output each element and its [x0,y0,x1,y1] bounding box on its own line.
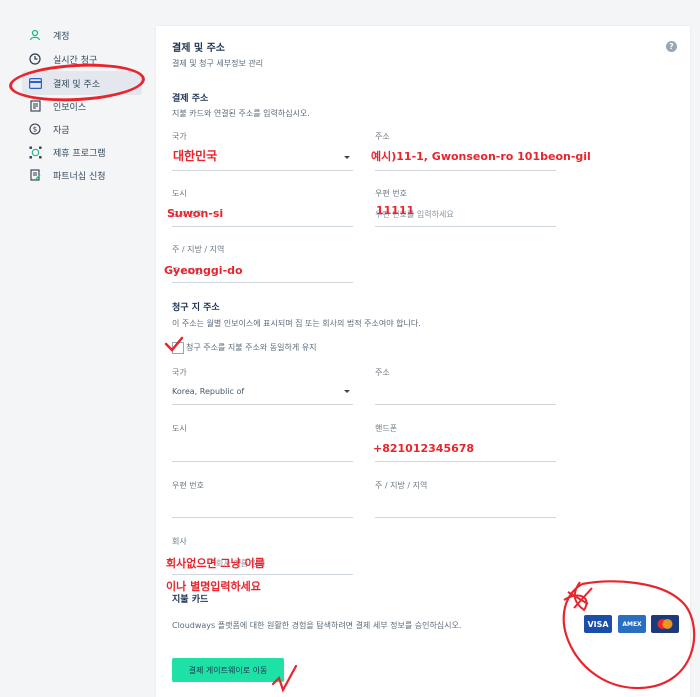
annotation-strokes [164,336,696,693]
